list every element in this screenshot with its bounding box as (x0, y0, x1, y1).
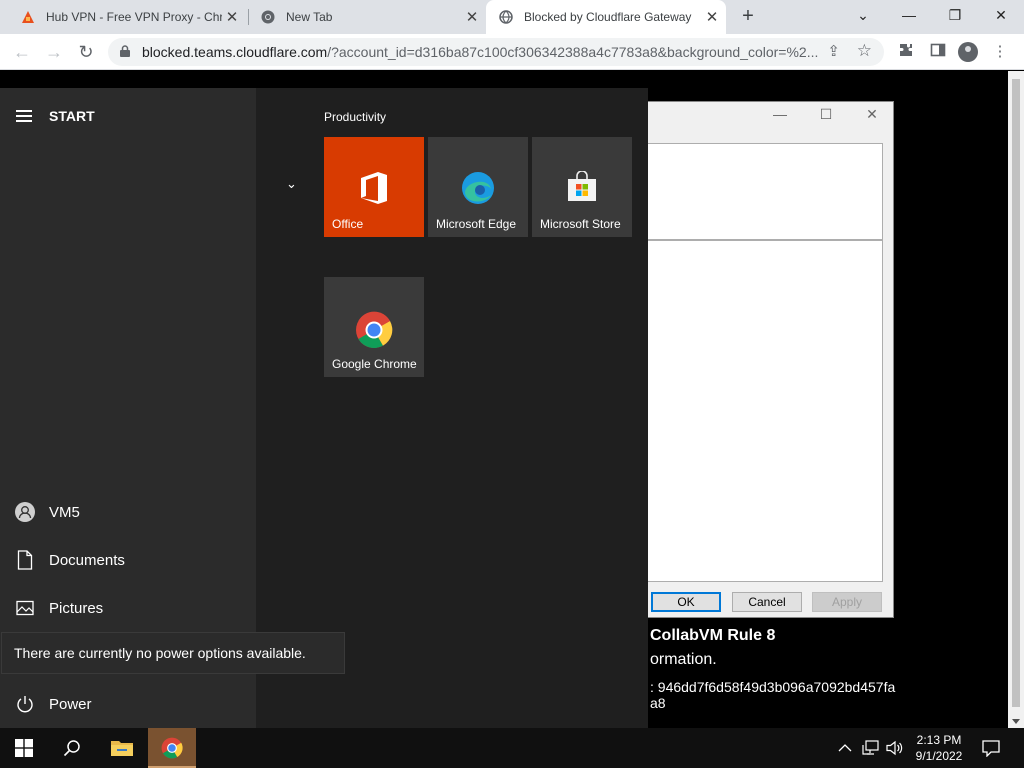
url-text: blocked.teams.cloudflare.com/?account_id… (142, 44, 822, 60)
restore-button[interactable]: ❐ (932, 0, 978, 34)
pictures-icon (15, 598, 35, 618)
windows-start-button[interactable] (0, 728, 48, 768)
browser-toolbar: ← → ↻ blocked.teams.cloudflare.com/?acco… (0, 34, 1024, 70)
notifications-icon[interactable] (982, 728, 1000, 768)
forward-button[interactable]: → (42, 40, 66, 64)
search-button[interactable] (48, 728, 96, 768)
address-bar[interactable]: blocked.teams.cloudflare.com/?account_id… (108, 38, 884, 66)
chrome-icon (161, 737, 183, 759)
rule-heading: CollabVM Rule 8 (650, 627, 776, 644)
start-title: START (49, 108, 95, 124)
user-icon (15, 502, 35, 522)
start-item-documents[interactable]: Documents (0, 536, 256, 584)
scroll-down-arrow[interactable] (1012, 719, 1020, 724)
start-item-label: VM5 (49, 503, 80, 521)
chevron-down-icon[interactable]: ⌄ (286, 176, 297, 192)
tile-label: Office (332, 217, 364, 231)
start-item-label: Documents (49, 551, 125, 569)
new-tab-button[interactable]: + (735, 4, 761, 30)
tab-strip: Hub VPN - Free VPN Proxy - Chr ✕ New Tab… (0, 0, 1024, 34)
info-text: ormation. (650, 651, 717, 668)
profile-avatar-icon[interactable] (958, 42, 978, 62)
start-item-user[interactable]: VM5 (0, 488, 256, 536)
tile-group-label: Productivity (324, 110, 387, 124)
start-menu: START VM5 Documents Pictures Power There… (0, 88, 648, 728)
properties-dialog: — ☐ ✕ OK Cancel Apply (640, 101, 894, 618)
edge-icon (461, 171, 495, 210)
start-item-label: Power (49, 695, 92, 713)
start-item-pictures[interactable]: Pictures (0, 584, 256, 632)
tile-label: Microsoft Edge (436, 217, 517, 231)
close-tab-icon[interactable]: ✕ (702, 8, 722, 26)
clock-time: 2:13 PM (916, 733, 962, 747)
apply-button[interactable]: Apply (812, 592, 882, 612)
network-icon[interactable] (862, 728, 880, 768)
tile-office[interactable]: Office (324, 137, 424, 237)
dialog-minimize-button[interactable]: — (765, 106, 795, 122)
tile-google-chrome[interactable]: Google Chrome (324, 277, 424, 377)
folder-icon (111, 741, 133, 756)
taskbar-clock[interactable]: 2:13 PM 9/1/2022 (900, 732, 978, 764)
ok-button[interactable]: OK (651, 592, 721, 612)
globe-icon (498, 9, 514, 25)
windows-logo-icon (15, 739, 33, 757)
tile-label: Google Chrome (332, 357, 417, 371)
tile-microsoft-store[interactable]: Microsoft Store (532, 137, 632, 237)
store-bag-icon (566, 170, 598, 208)
start-item-power[interactable]: Power (0, 680, 256, 728)
dialog-lower-pane (641, 240, 883, 582)
hubvpn-icon (20, 9, 36, 25)
office-icon (359, 171, 389, 210)
side-panel-icon[interactable] (928, 42, 948, 62)
power-tooltip: There are currently no power options ava… (1, 632, 345, 674)
hamburger-menu-icon[interactable] (16, 110, 32, 122)
tab-title: Blocked by Cloudflare Gateway (524, 10, 692, 24)
chrome-icon (355, 311, 393, 354)
back-button[interactable]: ← (10, 40, 34, 64)
reload-button[interactable]: ↻ (74, 40, 98, 64)
share-icon[interactable]: ⇪ (827, 42, 840, 60)
start-item-label: Pictures (49, 599, 104, 617)
file-explorer-button[interactable] (98, 728, 146, 768)
menu-kebab-icon[interactable]: ⋮ (990, 42, 1010, 62)
tile-microsoft-edge[interactable]: Microsoft Edge (428, 137, 528, 237)
tab-title: New Tab (286, 10, 333, 24)
dialog-maximize-button[interactable]: ☐ (811, 106, 841, 123)
show-hidden-icons-icon[interactable] (838, 728, 852, 768)
search-icon (63, 740, 80, 757)
tab-blocked-cloudflare[interactable]: Blocked by Cloudflare Gateway ✕ (486, 0, 726, 34)
page-scrollbar[interactable] (1008, 71, 1024, 728)
chrome-taskbar-button[interactable] (148, 728, 196, 768)
tab-new-tab[interactable]: New Tab ✕ (240, 0, 486, 34)
document-icon (15, 550, 35, 570)
chrome-icon (260, 9, 276, 25)
block-id-line2: a8 (650, 695, 666, 711)
scrollbar-thumb[interactable] (1012, 79, 1020, 707)
clock-date: 9/1/2022 (915, 749, 963, 763)
close-tab-icon[interactable]: ✕ (222, 8, 242, 26)
url-path: /?account_id=d316ba87c100cf306342388a4c7… (327, 44, 819, 60)
screen: Hub VPN - Free VPN Proxy - Chr ✕ New Tab… (0, 0, 1024, 768)
dialog-close-button[interactable]: ✕ (857, 106, 887, 123)
bookmark-star-icon[interactable]: ☆ (857, 41, 872, 61)
tab-hubvpn[interactable]: Hub VPN - Free VPN Proxy - Chr ✕ (0, 0, 246, 34)
extensions-icon[interactable] (896, 42, 916, 62)
taskbar: 2:13 PM 9/1/2022 (0, 728, 1024, 768)
tab-search-button[interactable]: ⌄ (840, 0, 886, 34)
block-id-line1: : 946dd7f6d58f49d3b096a7092bd457fa (650, 679, 896, 695)
tab-title: Hub VPN - Free VPN Proxy - Chr (46, 10, 222, 24)
close-tab-icon[interactable]: ✕ (462, 8, 482, 26)
power-icon (15, 694, 35, 714)
url-host: blocked.teams.cloudflare.com (142, 44, 328, 60)
minimize-button[interactable]: — (886, 0, 932, 34)
start-menu-header[interactable]: START (16, 108, 95, 124)
lock-icon (120, 45, 130, 57)
tile-label: Microsoft Store (540, 217, 621, 231)
close-window-button[interactable]: ✕ (978, 0, 1024, 34)
dialog-upper-pane (641, 143, 883, 240)
cancel-button[interactable]: Cancel (732, 592, 802, 612)
